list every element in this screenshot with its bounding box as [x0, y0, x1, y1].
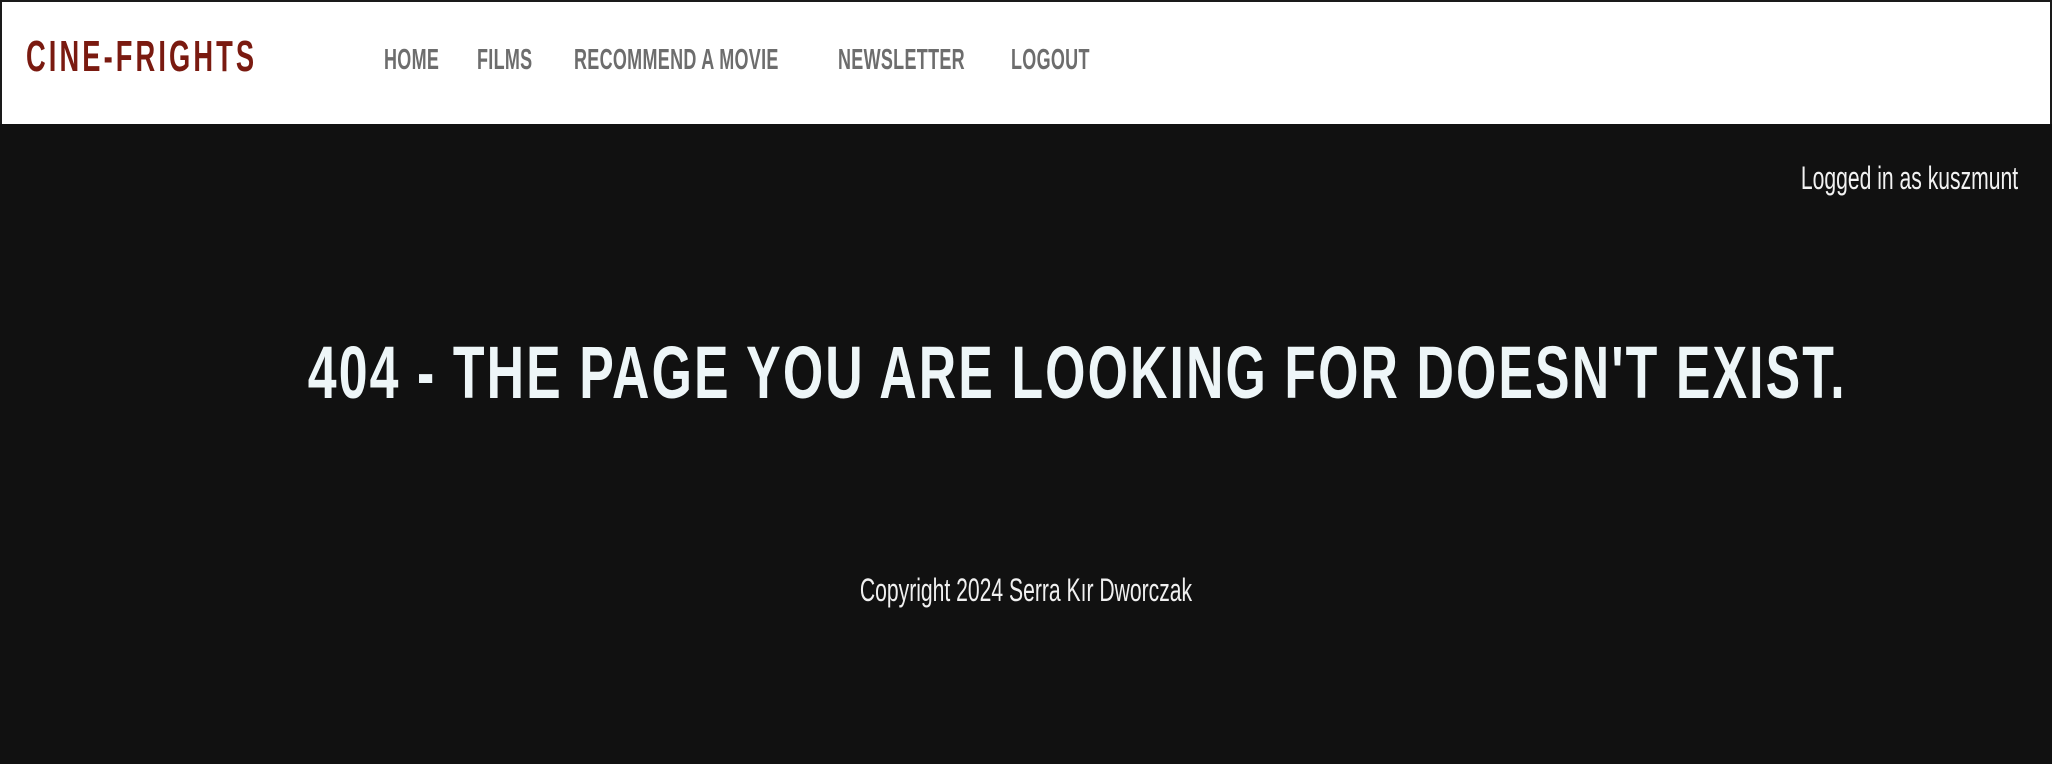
nav-logout-link[interactable]: LOGOUT — [1011, 44, 1090, 77]
main-content: Logged in as kuszmunt 404 - THE PAGE YOU… — [0, 124, 2052, 764]
copyright-text: Copyright 2024 Serra Kır Dworczak — [859, 572, 1193, 608]
nav-newsletter-link[interactable]: NEWSLETTER — [838, 44, 965, 77]
nav-recommend-link[interactable]: RECOMMEND A MOVIE — [574, 44, 779, 77]
brand-logo-link[interactable]: CINE-FRIGHTS — [26, 32, 257, 82]
login-status-text: Logged in as kuszmunt — [1800, 160, 2018, 196]
top-navbar: CINE-FRIGHTS HOME FILMS RECOMMEND A MOVI… — [0, 0, 2052, 124]
error-404-heading: 404 - THE PAGE YOU ARE LOOKING FOR DOESN… — [307, 331, 1847, 414]
nav-films-link[interactable]: FILMS — [477, 44, 532, 77]
nav-home-link[interactable]: HOME — [384, 44, 439, 77]
